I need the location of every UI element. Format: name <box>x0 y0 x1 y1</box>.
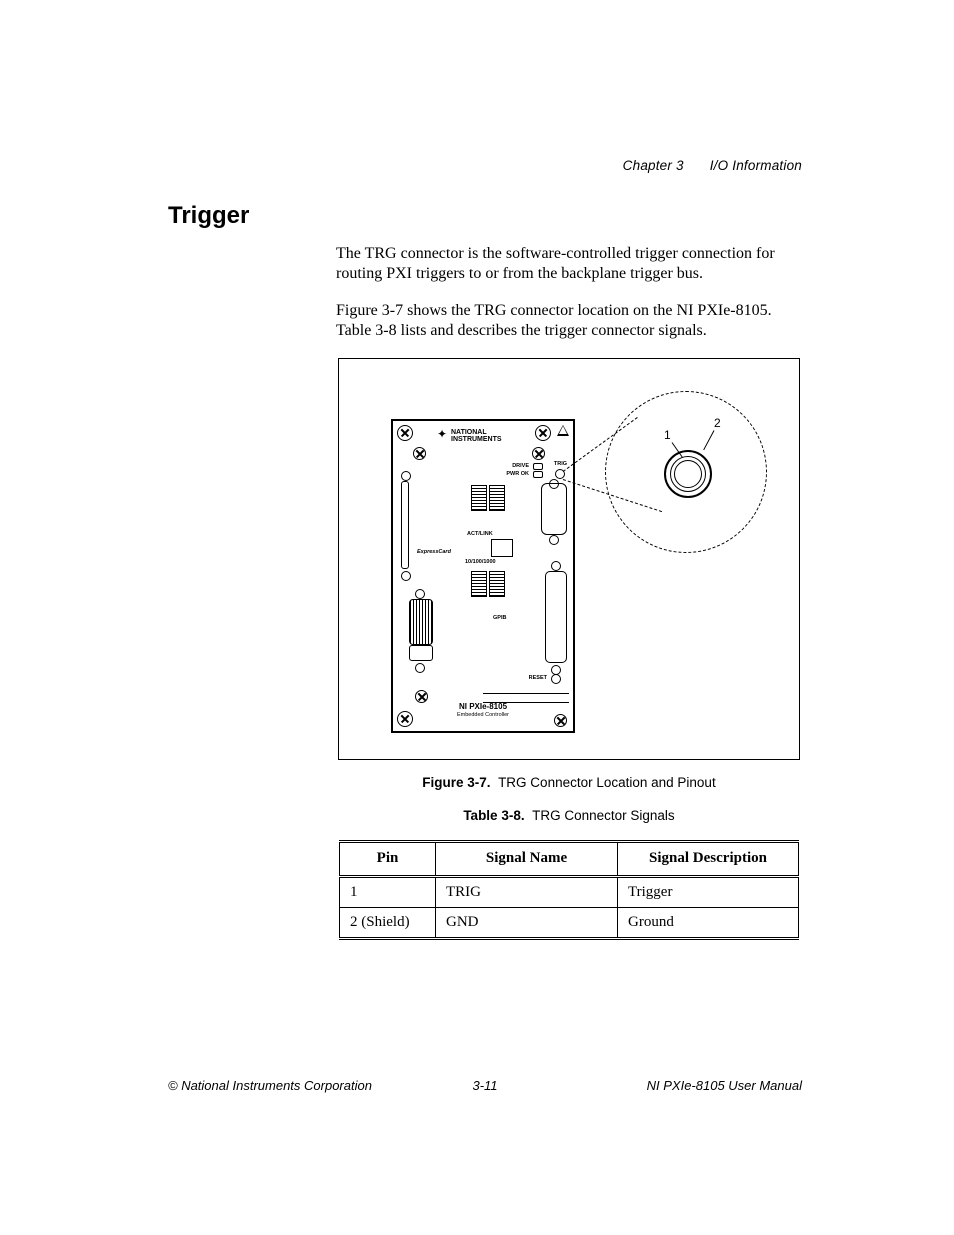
signals-table: Pin Signal Name Signal Description 1 TRI… <box>339 840 799 940</box>
actlink-label: ACT/LINK <box>467 531 493 538</box>
page-footer: © National Instruments Corporation 3-11 … <box>168 1078 802 1093</box>
expresscard-slot-icon <box>401 481 409 569</box>
screw-icon <box>397 425 413 441</box>
brand-label: NATIONAL INSTRUMENTS <box>451 429 511 443</box>
figure-frame: ✦ NATIONAL INSTRUMENTS DRIVE PWR OK TRIG <box>338 358 800 760</box>
jackscrew-icon <box>551 561 561 571</box>
figure-label: Figure 3-7. <box>422 775 490 790</box>
callout-number-1: 1 <box>664 428 671 443</box>
col-pin: Pin <box>340 842 436 876</box>
cell-pin: 2 (Shield) <box>340 907 436 938</box>
dot-icon <box>401 471 411 481</box>
paragraph-1: The TRG connector is the software-contro… <box>336 244 802 285</box>
table-row: 1 TRIG Trigger <box>340 876 799 907</box>
jackscrew-icon <box>415 663 425 673</box>
screw-icon <box>415 690 428 703</box>
reset-label: RESET <box>529 675 547 682</box>
trig-label: TRIG <box>554 461 567 468</box>
footer-page-number: 3-11 <box>168 1078 802 1093</box>
dot-icon <box>401 571 411 581</box>
led-icon <box>533 471 543 478</box>
figure-caption-text: TRG Connector Location and Pinout <box>498 775 716 790</box>
callout-circle: 1 2 <box>605 391 767 553</box>
section-title: Trigger <box>168 202 802 230</box>
paragraph-2: Figure 3-7 shows the TRG connector locat… <box>336 301 802 342</box>
usb-port-icon <box>489 485 505 511</box>
chapter-label: Chapter 3 <box>623 158 684 173</box>
table-header-row: Pin Signal Name Signal Description <box>340 842 799 876</box>
product-label: NI PXIe-8105 Embedded Controller <box>393 702 573 719</box>
drive-label: DRIVE <box>512 463 529 470</box>
controller-front-panel: ✦ NATIONAL INSTRUMENTS DRIVE PWR OK TRIG <box>391 419 575 733</box>
dvi-port-icon <box>409 599 433 645</box>
section-label: I/O Information <box>710 158 802 173</box>
led-icon <box>533 463 543 470</box>
figure-caption: Figure 3-7. TRG Connector Location and P… <box>336 774 802 791</box>
cell-pin: 1 <box>340 876 436 907</box>
dvi-port-icon <box>409 645 433 661</box>
usb-port-icon <box>471 485 487 511</box>
cell-desc: Trigger <box>618 876 799 907</box>
table-caption-text: TRG Connector Signals <box>532 808 675 823</box>
leader-line-icon <box>703 430 714 450</box>
cell-name: TRIG <box>436 876 618 907</box>
body-column: The TRG connector is the software-contro… <box>336 244 802 940</box>
expresscard-label: ExpressCard <box>417 549 451 556</box>
gpib-port-icon <box>545 571 567 663</box>
reset-button-icon <box>551 674 561 684</box>
table-label: Table 3-8. <box>463 808 524 823</box>
pwrok-label: PWR OK <box>506 471 529 478</box>
col-signal-desc: Signal Description <box>618 842 799 876</box>
usb-port-icon <box>489 571 505 597</box>
cell-desc: Ground <box>618 907 799 938</box>
trg-connector-detail-icon <box>664 450 712 498</box>
product-subtitle: Embedded Controller <box>393 712 573 719</box>
ni-eagle-icon: ✦ <box>437 427 447 442</box>
cell-name: GND <box>436 907 618 938</box>
table-caption: Table 3-8. TRG Connector Signals <box>336 807 802 824</box>
screw-icon <box>535 425 551 441</box>
screw-icon <box>413 447 426 460</box>
table-row: 2 (Shield) GND Ground <box>340 907 799 938</box>
serial-port-icon <box>541 483 567 535</box>
screw-icon <box>532 447 545 460</box>
callout-number-2: 2 <box>714 416 721 431</box>
running-header: Chapter 3 I/O Information <box>623 158 802 173</box>
speed-label: 10/100/1000 <box>465 559 496 566</box>
usb-port-icon <box>471 571 487 597</box>
jackscrew-icon <box>549 535 559 545</box>
ethernet-port-icon <box>491 539 513 557</box>
product-name: NI PXIe-8105 <box>393 702 573 712</box>
triangle-icon <box>557 425 569 436</box>
gpib-label: GPIB <box>493 615 506 622</box>
jackscrew-icon <box>549 479 559 489</box>
jackscrew-icon <box>415 589 425 599</box>
col-signal-name: Signal Name <box>436 842 618 876</box>
